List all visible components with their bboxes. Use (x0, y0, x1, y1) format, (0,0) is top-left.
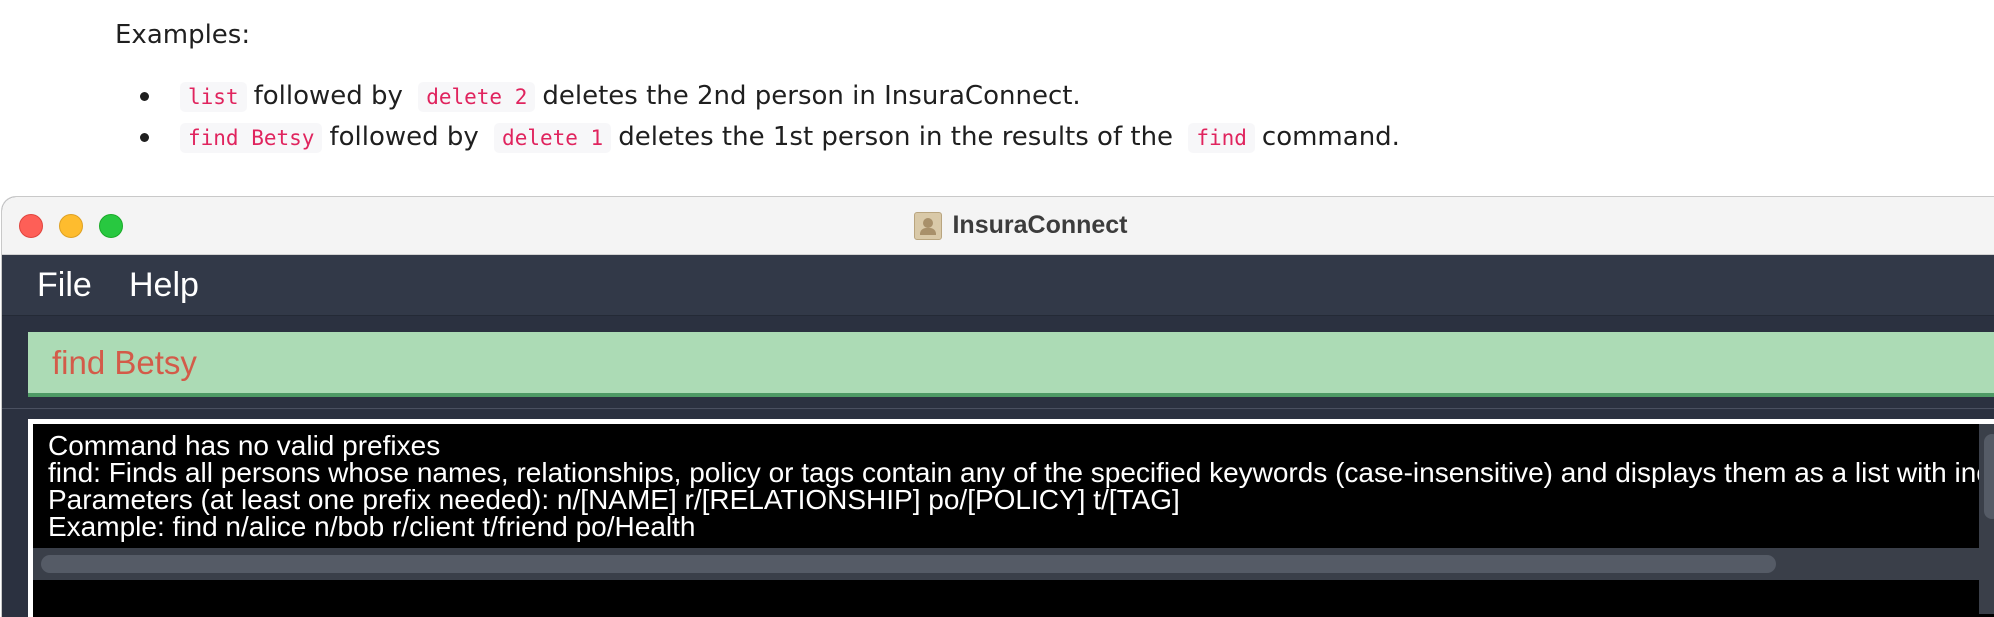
example-text: followed by (253, 81, 403, 111)
result-display[interactable]: Command has no valid prefixes find: Find… (33, 424, 1994, 617)
command-input[interactable]: find Betsy (28, 332, 1994, 397)
menu-bar: File Help (2, 255, 1994, 316)
example-text: followed by (329, 122, 479, 152)
example-text: deletes the 1st person in the results of… (618, 122, 1174, 152)
documentation-section: Examples: list followed by delete 2 delete… (0, 0, 1994, 200)
result-line: Example: find n/alice n/bob r/client t/f… (48, 511, 696, 542)
horizontal-scroll-thumb[interactable] (41, 555, 1776, 573)
bullet-icon (140, 133, 149, 142)
window-title: InsuraConnect (2, 197, 1994, 254)
inline-code: find Betsy (180, 123, 323, 153)
inline-code: find (1188, 123, 1255, 153)
result-area: Command has no valid prefixes find: Find… (2, 409, 1994, 617)
title-bar[interactable]: InsuraConnect (2, 197, 1994, 255)
result-frame: Command has no valid prefixes find: Find… (28, 419, 1994, 617)
bullet-icon (140, 92, 149, 101)
address-book-icon (914, 211, 943, 240)
example-item-2: find Betsy followed by delete 1 deletes th… (140, 119, 1402, 155)
inline-code: delete 2 (418, 82, 536, 112)
example-text: deletes the 2nd person in InsuraConnect. (542, 81, 1081, 111)
command-area: find Betsy (2, 316, 1994, 409)
command-input-value: find Betsy (52, 344, 197, 381)
examples-heading: Examples: (115, 20, 251, 50)
window-title-text: InsuraConnect (952, 211, 1128, 239)
vertical-scroll-thumb[interactable] (1984, 434, 1994, 519)
horizontal-scrollbar[interactable] (33, 548, 1979, 580)
vertical-scrollbar[interactable] (1979, 424, 1994, 614)
menu-file[interactable]: File (37, 263, 92, 307)
app-window: InsuraConnect File Help find Betsy Comma… (2, 197, 1994, 617)
example-text: command. (1261, 122, 1400, 152)
example-item-1: list followed by delete 2 deletes the 2nd … (140, 78, 1083, 114)
inline-code: list (180, 82, 247, 112)
menu-help[interactable]: Help (129, 263, 199, 307)
inline-code: delete 1 (494, 123, 612, 153)
